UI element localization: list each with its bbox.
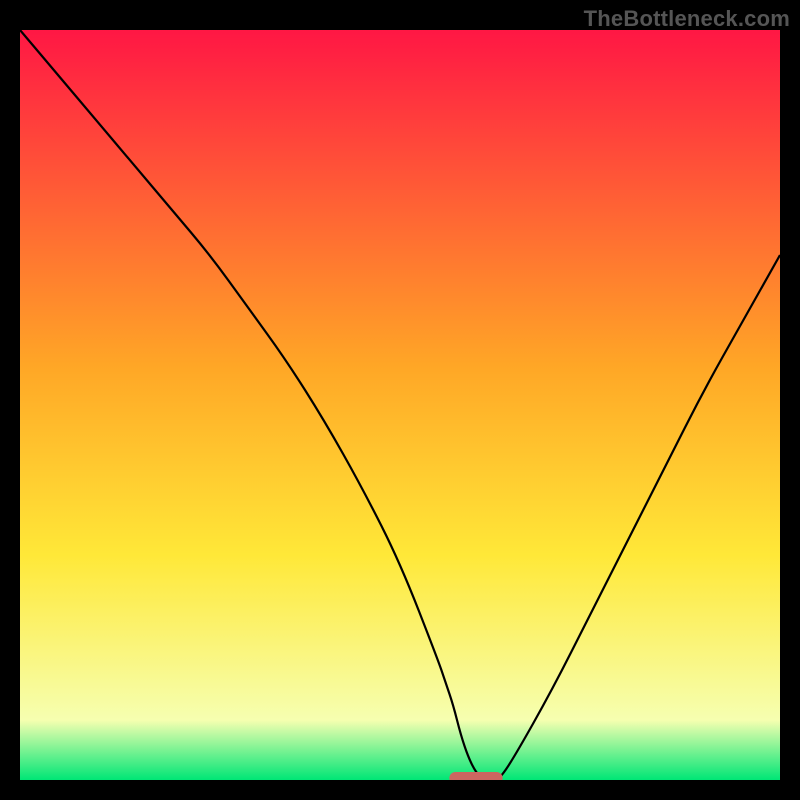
watermark-text: TheBottleneck.com <box>584 6 790 32</box>
bottleneck-plot <box>20 30 780 780</box>
chart-svg <box>20 30 780 780</box>
gradient-background <box>20 30 780 780</box>
optimal-zone-marker <box>449 772 502 780</box>
chart-frame: TheBottleneck.com <box>0 0 800 800</box>
